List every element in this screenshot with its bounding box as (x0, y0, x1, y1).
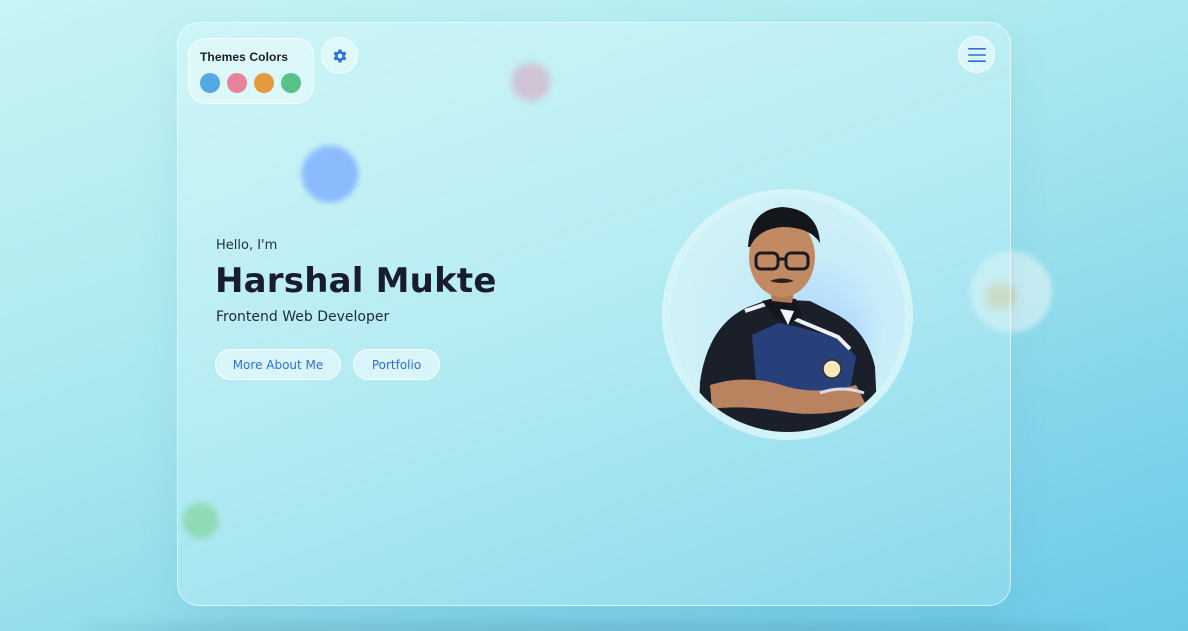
hero-greeting: Hello, I'm (216, 238, 278, 253)
theme-colors-panel: Themes Colors (188, 38, 314, 104)
decor-blob-blue-overlay (302, 146, 358, 202)
theme-swatch-orange[interactable] (254, 73, 274, 93)
profile-photo (698, 207, 890, 432)
hero-name: Harshal Mukte (215, 261, 497, 301)
theme-colors-title: Themes Colors (200, 50, 288, 64)
theme-swatch-pink[interactable] (227, 73, 247, 93)
settings-button[interactable] (321, 37, 358, 74)
menu-button[interactable] (958, 36, 995, 73)
decor-blob-green-overlay (183, 503, 218, 538)
theme-swatch-blue[interactable] (200, 73, 220, 93)
theme-swatch-green[interactable] (281, 73, 301, 93)
hero-role: Frontend Web Developer (216, 309, 390, 325)
decor-blob-red-overlay (512, 63, 550, 101)
portfolio-button[interactable]: Portfolio (353, 349, 440, 380)
page-shadow (80, 622, 1110, 631)
more-about-me-button[interactable]: More About Me (215, 349, 341, 380)
avatar (670, 197, 905, 432)
gear-icon (333, 49, 346, 62)
hamburger-menu-icon (967, 47, 986, 62)
